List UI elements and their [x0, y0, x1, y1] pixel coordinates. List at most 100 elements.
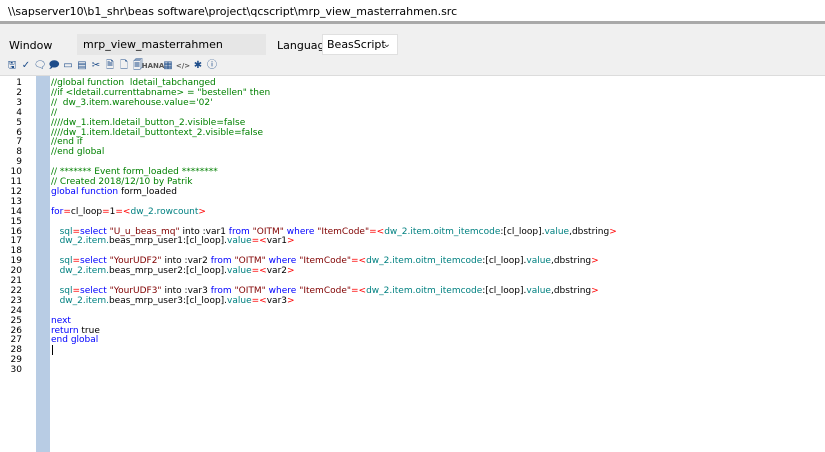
document-icon[interactable]: 🗎 — [103, 59, 117, 73]
database-icon[interactable]: ▦ — [161, 59, 175, 73]
code-line[interactable]: //end if — [51, 137, 83, 147]
code-token: "OITM" — [234, 285, 266, 296]
document-alt-icon[interactable]: 🗋 — [117, 59, 131, 73]
code-line[interactable]: global function form_loaded — [51, 187, 177, 197]
window-name-field[interactable]: mrp_view_masterrahmen — [77, 34, 266, 55]
code-icon[interactable]: </> — [175, 59, 191, 73]
save-icon[interactable]: 🖫 — [5, 59, 19, 73]
code-line[interactable]: sql=select "YourUDF3" into :var3 from "O… — [51, 286, 599, 296]
code-token: "ItemCode" — [299, 285, 351, 296]
code-token: > — [287, 295, 295, 306]
code-token: dw_2.item. — [59, 266, 109, 277]
line-number: 7 — [16, 137, 22, 148]
code-line[interactable]: next — [51, 316, 71, 326]
code-token: var2 — [266, 266, 288, 277]
code-token: where — [268, 256, 300, 267]
code-token: ////dw_1.item.ldetail_buttontext_2.visib… — [51, 127, 264, 138]
code-line[interactable]: end global — [51, 335, 98, 345]
comment-icon[interactable]: 🗨 — [33, 59, 47, 73]
code-token: true — [81, 325, 100, 336]
code-line[interactable]: //global function ldetail_tabchanged — [51, 78, 216, 88]
code-token: = — [63, 206, 71, 217]
info-icon[interactable]: ⓘ — [205, 59, 219, 73]
code-line[interactable]: ////dw_1.item.ldetail_buttontext_2.visib… — [51, 128, 263, 138]
code-line[interactable]: // dw_3.item.warehouse.value='02' — [51, 98, 213, 108]
code-token: var3 — [266, 295, 288, 306]
line-number: 15 — [10, 216, 22, 227]
line-number: 16 — [10, 226, 22, 237]
code-token: value — [526, 256, 551, 267]
code-token: "YourUDF3" — [109, 285, 162, 296]
code-token: = — [72, 226, 81, 237]
code-line[interactable]: //end global — [51, 147, 104, 157]
code-token: ////dw_1.item.ldetail_button_2.visible=f… — [51, 117, 246, 128]
check-syntax-icon[interactable]: ✓ — [19, 59, 33, 73]
line-number: 13 — [10, 196, 22, 207]
code-token: beas_mrp_user3:[cl_loop]. — [108, 295, 228, 306]
code-line[interactable]: //if <ldetail.currenttabname> = "bestell… — [51, 88, 270, 98]
line-number: 24 — [10, 305, 22, 316]
code-token: =< — [369, 226, 385, 237]
code-token: for — [51, 206, 64, 217]
code-line[interactable]: return true — [51, 326, 100, 336]
code-token: next — [51, 315, 71, 326]
code-token: :[cl_loop]. — [500, 226, 545, 237]
code-token: =< — [351, 285, 367, 296]
code-token: sql — [59, 226, 73, 237]
code-line[interactable]: sql=select "YourUDF2" into :var2 from "O… — [51, 256, 599, 266]
code-token: "U_u_beas_mq" — [109, 226, 180, 237]
debug-icon[interactable]: ✱ — [191, 59, 205, 73]
code-token: beas_mrp_user1:[cl_loop]. — [108, 236, 228, 247]
line-number: 10 — [10, 167, 22, 178]
code-token: "YourUDF2" — [109, 256, 162, 267]
code-line[interactable]: dw_2.item.beas_mrp_user2:[cl_loop].value… — [51, 266, 295, 276]
code-token: // Created 2018/12/10 by Patrik — [51, 177, 193, 187]
fold-margin[interactable] — [36, 76, 50, 452]
code-line[interactable]: dw_2.item.beas_mrp_user3:[cl_loop].value… — [51, 296, 295, 306]
code-editor[interactable]: 1 2 3 4 5 6 7 8 9 10 11 12 13 14 15 16 17 18 19 20 21 22 23 24 2… — [0, 75, 825, 452]
code-token: // dw_3.item.warehouse.value='02' — [51, 97, 213, 108]
code-token: cl_loop — [70, 206, 103, 217]
code-token: select — [80, 256, 110, 267]
code-line[interactable]: // — [51, 108, 57, 118]
uncomment-icon[interactable]: 🗩 — [47, 59, 61, 73]
message-icon[interactable]: ▭ — [61, 59, 75, 73]
window-label: Window — [9, 39, 53, 52]
code-line[interactable]: sql=select "U_u_beas_mq" into :var1 from… — [51, 227, 617, 237]
code-line[interactable]: // Created 2018/12/10 by Patrik — [51, 177, 193, 187]
chevron-down-icon[interactable]: ⌄ — [383, 35, 391, 54]
line-number: 12 — [10, 186, 22, 197]
code-token: ,dbstring — [550, 285, 592, 296]
language-select[interactable]: BeasScript ⌄ — [322, 34, 398, 55]
code-token: =< — [351, 256, 367, 267]
code-token: ,dbstring — [550, 256, 592, 267]
code-token: > — [591, 285, 599, 296]
code-token: =< — [115, 206, 131, 217]
code-token: select — [80, 285, 110, 296]
code-line[interactable]: for=cl_loop=1=<dw_2.rowcount> — [51, 207, 206, 217]
code-token: beas_mrp_user2:[cl_loop]. — [108, 266, 228, 277]
code-token: > — [591, 256, 599, 267]
hana-icon[interactable]: HANA — [142, 59, 165, 73]
code-line[interactable]: dw_2.item.beas_mrp_user1:[cl_loop].value… — [51, 236, 295, 246]
code-token: "ItemCode" — [317, 226, 370, 237]
code-token: global function — [51, 186, 121, 197]
code-token: from — [210, 285, 235, 296]
code-token: //end if — [51, 137, 83, 148]
code-token: where — [286, 226, 318, 237]
code-token: //if <ldetail.currenttabname> = "bestell… — [51, 87, 271, 98]
code-token: :[cl_loop]. — [482, 256, 527, 267]
code-token: // — [51, 107, 58, 118]
code-token: = — [72, 256, 81, 267]
code-line[interactable]: ////dw_1.item.ldetail_button_2.visible=f… — [51, 118, 245, 128]
format-icon[interactable]: ▤ — [75, 59, 89, 73]
code-token: sql — [59, 285, 73, 296]
code-line[interactable]: // ******* Event form_loaded ******** — [51, 167, 218, 177]
code-token: > — [609, 226, 617, 237]
code-token: value — [544, 226, 570, 237]
line-number: 9 — [16, 157, 22, 168]
tools-icon[interactable]: ✂ — [89, 59, 103, 73]
